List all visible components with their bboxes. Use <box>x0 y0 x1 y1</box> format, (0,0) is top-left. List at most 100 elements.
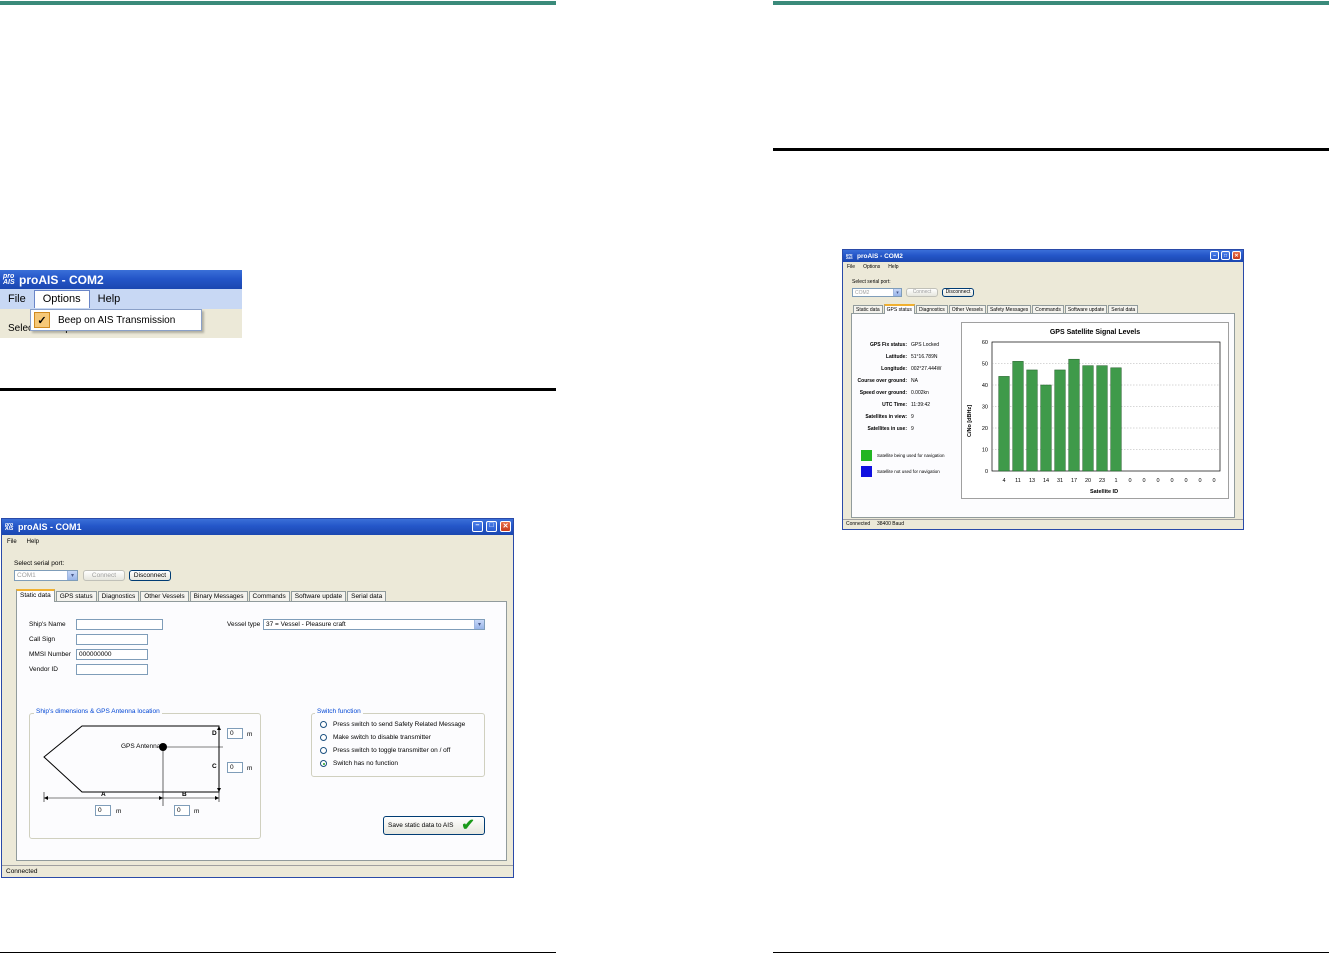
ships-name-label: Ship's Name <box>29 621 66 628</box>
legend-not-used: Satellite not used for navigation <box>861 466 940 477</box>
radio-button-selected[interactable] <box>320 760 327 767</box>
x-tick-label: 0 <box>1128 478 1131 484</box>
signal-bar <box>1082 365 1094 472</box>
menu-help[interactable]: Help <box>884 264 902 270</box>
header-rule-left <box>0 1 556 5</box>
close-icon[interactable]: ✕ <box>1232 251 1241 260</box>
gps-info-key: Satellites in view: <box>865 414 907 420</box>
gps-info-row: Satellites in use: 9 <box>852 426 914 432</box>
x-tick-label: 20 <box>1085 478 1091 484</box>
menu-options[interactable]: Options <box>859 264 884 270</box>
dim-a-label: A <box>101 791 106 798</box>
switch-option-none[interactable]: Switch has no function <box>320 760 398 767</box>
connect-button[interactable]: Connect <box>83 570 125 581</box>
menu-help[interactable]: Help <box>22 539 44 545</box>
chevron-down-icon: ▾ <box>474 620 484 629</box>
footer-rule-right <box>773 952 1329 953</box>
signal-bar <box>1110 367 1122 472</box>
port-value: COM2 <box>855 290 870 296</box>
ships-name-input[interactable] <box>76 619 163 630</box>
dim-a-input[interactable]: 0 <box>95 805 111 816</box>
app-logo: pro AIS <box>5 522 14 532</box>
x-tick-label: 0 <box>1170 478 1173 484</box>
mmsi-input[interactable]: 000000000 <box>76 649 148 660</box>
title-bar: pro AIS proAIS - COM1 – □ ✕ <box>2 519 513 535</box>
x-tick-label: 0 <box>1212 478 1215 484</box>
vessel-type-value: 37 = Vessel - Pleasure craft <box>266 621 346 628</box>
switch-option-label: Press switch to toggle transmitter on / … <box>333 747 451 754</box>
legend-label: Satellite being used for navigation <box>877 453 945 458</box>
gps-info-value: 002°27.444W <box>911 366 942 372</box>
menu-file[interactable]: File <box>0 289 34 309</box>
minimize-icon[interactable]: – <box>1210 251 1219 260</box>
window-body: Select serial port: COM1 ▾ Connect Disco… <box>2 548 513 877</box>
close-icon[interactable]: ✕ <box>500 521 511 532</box>
switch-option-toggle[interactable]: Press switch to toggle transmitter on / … <box>320 747 450 754</box>
dim-b-input[interactable]: 0 <box>174 805 190 816</box>
x-tick-label: 0 <box>1198 478 1201 484</box>
save-static-data-button[interactable]: Save static data to AIS ✔ <box>383 816 485 835</box>
window-body: Select serial port: COM2 ▾ Connect Disco… <box>843 272 1243 529</box>
y-tick-label: 40 <box>982 383 988 389</box>
hull-outline <box>43 725 220 793</box>
dim-b-unit: m <box>194 808 200 815</box>
app-logo: pro AIS <box>846 251 853 260</box>
port-combo[interactable]: COM2 ▾ <box>852 288 902 297</box>
dim-c-input[interactable]: 0 <box>227 762 243 773</box>
radio-button[interactable] <box>320 734 327 741</box>
select-port-label: Select serial port: <box>852 279 891 285</box>
menu-options[interactable]: Options <box>33 290 90 308</box>
vessel-type-combo[interactable]: 37 = Vessel - Pleasure craft ▾ <box>263 619 485 630</box>
gps-info-key: Speed over ground: <box>859 390 907 396</box>
switch-option-label: Make switch to disable transmitter <box>333 734 431 741</box>
tab-gps-status[interactable]: GPS status <box>883 304 915 314</box>
static-data-window: pro AIS proAIS - COM1 – □ ✕ File Help Se… <box>1 518 514 878</box>
gps-status-panel: GPS Fix status: GPS Locked Latitude: 51°16… <box>851 313 1235 518</box>
save-label: Save static data to AIS <box>388 822 454 829</box>
connect-button[interactable]: Connect <box>906 288 938 297</box>
tab-static-data[interactable]: Static data <box>16 589 55 602</box>
radio-button[interactable] <box>320 721 327 728</box>
window-title: proAIS - COM1 <box>18 522 82 532</box>
signal-bar <box>1054 369 1066 472</box>
call-sign-input[interactable] <box>76 634 148 645</box>
disconnect-button[interactable]: Disconnect <box>942 288 974 297</box>
vendor-id-input[interactable] <box>76 664 148 675</box>
gps-info-value: NA <box>911 378 918 384</box>
switch-option-safety[interactable]: Press switch to send Safety Related Mess… <box>320 721 465 728</box>
options-dropdown: ✓ Beep on AIS Transmission <box>30 309 202 331</box>
footer-rule-left <box>0 952 556 953</box>
gps-antenna-label: GPS Antenna <box>121 743 161 750</box>
app-logo: pro AIS <box>3 272 15 286</box>
switch-option-disable[interactable]: Make switch to disable transmitter <box>320 734 431 741</box>
disconnect-button[interactable]: Disconnect <box>129 570 171 581</box>
dim-a-unit: m <box>116 808 122 815</box>
x-axis-label: Satellite ID <box>1090 489 1118 495</box>
radio-button[interactable] <box>320 747 327 754</box>
window-title: proAIS - COM2 <box>19 272 104 287</box>
gps-signal-chart: GPS Satellite Signal Levels C/No [dBHz] … <box>967 329 1221 495</box>
chevron-down-icon: ▾ <box>893 289 901 296</box>
gps-info-key: Satellites in use: <box>867 426 907 432</box>
y-tick-label: 10 <box>982 448 988 454</box>
status-text: Connected <box>6 868 38 875</box>
signal-bar <box>1040 384 1052 472</box>
call-sign-label: Call Sign <box>29 636 56 643</box>
y-tick-label: 20 <box>982 426 988 432</box>
dim-d-input[interactable]: 0 <box>227 728 243 739</box>
menu-help[interactable]: Help <box>90 289 129 309</box>
port-combo[interactable]: COM1 ▾ <box>14 570 78 581</box>
minimize-icon[interactable]: – <box>472 521 483 532</box>
checkmark-icon: ✓ <box>34 312 50 328</box>
baud-rate: 38400 Baud <box>877 521 904 527</box>
window-title: proAIS - COM2 <box>857 252 903 260</box>
maximize-icon[interactable]: □ <box>486 521 497 532</box>
menu-item-beep[interactable]: Beep on AIS Transmission <box>58 315 175 326</box>
menu-file[interactable]: File <box>843 264 859 270</box>
maximize-icon[interactable]: □ <box>1221 251 1230 260</box>
menu-file[interactable]: File <box>2 539 22 545</box>
gps-info-value: GPS Locked <box>911 342 940 348</box>
gps-info-value: 9 <box>911 426 914 432</box>
gps-info-row: GPS Fix status: GPS Locked <box>852 342 939 348</box>
gps-info-value: 0.002kn <box>911 390 929 396</box>
